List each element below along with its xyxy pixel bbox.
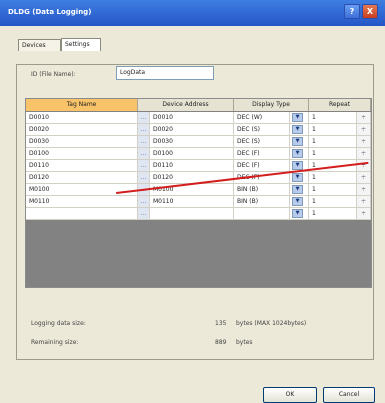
display-type-dropdown[interactable]: ▼: [290, 208, 309, 220]
tag-name-cell[interactable]: [26, 208, 138, 220]
display-type-dropdown[interactable]: ▼: [290, 112, 309, 124]
chevron-down-icon: ▼: [292, 149, 303, 158]
chevron-down-icon: ▼: [292, 137, 303, 146]
display-type-cell[interactable]: DEC (W): [234, 112, 290, 124]
display-type-dropdown[interactable]: ▼: [290, 136, 309, 148]
device-address-cell[interactable]: D0020: [150, 124, 234, 136]
dialog-body: Devices Settings ID (File Name): LogData…: [0, 26, 385, 403]
display-type-cell[interactable]: BIN (B): [234, 184, 290, 196]
tag-name-cell[interactable]: D0110: [26, 160, 138, 172]
device-address-cell[interactable]: M0110: [150, 196, 234, 208]
repeat-cell[interactable]: 1: [309, 136, 357, 148]
tag-name-cell[interactable]: D0010: [26, 112, 138, 124]
repeat-cell[interactable]: 1: [309, 148, 357, 160]
repeat-spinner[interactable]: ÷: [357, 184, 371, 196]
table-row[interactable]: D0020 ... D0020 DEC (S) ▼ 1 ÷: [26, 124, 371, 136]
device-address-cell[interactable]: D0030: [150, 136, 234, 148]
chevron-down-icon: ▼: [292, 161, 303, 170]
display-type-cell[interactable]: DEC (S): [234, 136, 290, 148]
logging-size-label: Logging data size:: [31, 320, 86, 327]
repeat-cell[interactable]: 1: [309, 124, 357, 136]
tag-name-cell[interactable]: M0110: [26, 196, 138, 208]
repeat-spinner[interactable]: ÷: [357, 208, 371, 220]
title-bar: DLDG (Data Logging) ? X: [0, 0, 385, 27]
close-button[interactable]: X: [362, 4, 378, 19]
repeat-spinner[interactable]: ÷: [357, 112, 371, 124]
display-type-dropdown[interactable]: ▼: [290, 184, 309, 196]
display-type-dropdown[interactable]: ▼: [290, 172, 309, 184]
browse-button[interactable]: ...: [138, 124, 150, 136]
browse-button[interactable]: ...: [138, 208, 150, 220]
device-address-cell[interactable]: [150, 208, 234, 220]
table-row[interactable]: M0110 ... M0110 BIN (B) ▼ 1 ÷: [26, 196, 371, 208]
repeat-cell[interactable]: 1: [309, 112, 357, 124]
table-row[interactable]: D0010 ... D0010 DEC (W) ▼ 1 ÷: [26, 112, 371, 124]
header-repeat[interactable]: Repeat: [309, 99, 371, 111]
repeat-cell[interactable]: 1: [309, 196, 357, 208]
repeat-spinner[interactable]: ÷: [357, 196, 371, 208]
tag-name-cell[interactable]: M0100: [26, 184, 138, 196]
device-address-cell[interactable]: D0110: [150, 160, 234, 172]
browse-button[interactable]: ...: [138, 196, 150, 208]
header-device-address[interactable]: Device Address: [138, 99, 234, 111]
repeat-cell[interactable]: 1: [309, 184, 357, 196]
tag-table: Tag Name Device Address Display Type Rep…: [25, 98, 372, 288]
help-button[interactable]: ?: [344, 4, 360, 19]
chevron-down-icon: ▼: [292, 113, 303, 122]
display-type-cell[interactable]: BIN (B): [234, 196, 290, 208]
remaining-size-label: Remaining size:: [31, 339, 79, 346]
display-type-dropdown[interactable]: ▼: [290, 196, 309, 208]
display-type-cell[interactable]: DEC (S): [234, 124, 290, 136]
table-row[interactable]: D0030 ... D0030 DEC (S) ▼ 1 ÷: [26, 136, 371, 148]
file-name-field[interactable]: LogData: [116, 66, 214, 80]
table-row[interactable]: D0100 ... D0100 DEC (F) ▼ 1 ÷: [26, 148, 371, 160]
logging-size-value: 135: [215, 320, 227, 327]
browse-button[interactable]: ...: [138, 172, 150, 184]
chevron-down-icon: ▼: [292, 197, 303, 206]
chevron-down-icon: ▼: [292, 209, 303, 218]
repeat-spinner[interactable]: ÷: [357, 124, 371, 136]
tab-settings[interactable]: Settings: [61, 38, 101, 51]
header-display-type[interactable]: Display Type: [234, 99, 309, 111]
device-address-cell[interactable]: D0010: [150, 112, 234, 124]
display-type-dropdown[interactable]: ▼: [290, 124, 309, 136]
file-name-label: ID (File Name):: [31, 71, 76, 78]
repeat-spinner[interactable]: ÷: [357, 136, 371, 148]
browse-button[interactable]: ...: [138, 136, 150, 148]
table-row[interactable]: D0110 ... D0110 DEC (F) ▼ 1 ÷: [26, 160, 371, 172]
chevron-down-icon: ▼: [292, 125, 303, 134]
repeat-cell[interactable]: 1: [309, 208, 357, 220]
display-type-cell[interactable]: DEC (F): [234, 148, 290, 160]
display-type-cell[interactable]: [234, 208, 290, 220]
repeat-cell[interactable]: 1: [309, 172, 357, 184]
tag-name-cell[interactable]: D0020: [26, 124, 138, 136]
header-tag-name[interactable]: Tag Name: [26, 99, 138, 111]
tag-name-cell[interactable]: D0030: [26, 136, 138, 148]
browse-button[interactable]: ...: [138, 112, 150, 124]
display-type-dropdown[interactable]: ▼: [290, 148, 309, 160]
repeat-spinner[interactable]: ÷: [357, 148, 371, 160]
table-row[interactable]: M0100 ... M0100 BIN (B) ▼ 1 ÷: [26, 184, 371, 196]
tab-devices[interactable]: Devices: [18, 39, 61, 51]
browse-button[interactable]: ...: [138, 160, 150, 172]
remaining-size-value: 889: [215, 339, 227, 346]
browse-button[interactable]: ...: [138, 148, 150, 160]
window-title: DLDG (Data Logging): [8, 8, 92, 16]
ok-button[interactable]: OK: [263, 387, 317, 403]
remaining-size-unit: bytes: [236, 339, 253, 346]
tag-name-cell[interactable]: D0120: [26, 172, 138, 184]
chevron-down-icon: ▼: [292, 185, 303, 194]
display-type-cell[interactable]: DEC (F): [234, 160, 290, 172]
chevron-down-icon: ▼: [292, 173, 303, 182]
tag-name-cell[interactable]: D0100: [26, 148, 138, 160]
logging-size-unit: bytes (MAX 1024bytes): [236, 320, 307, 327]
device-address-cell[interactable]: D0100: [150, 148, 234, 160]
table-row[interactable]: ... ▼ 1 ÷: [26, 208, 371, 220]
cancel-button[interactable]: Cancel: [323, 387, 375, 403]
repeat-spinner[interactable]: ÷: [357, 172, 371, 184]
